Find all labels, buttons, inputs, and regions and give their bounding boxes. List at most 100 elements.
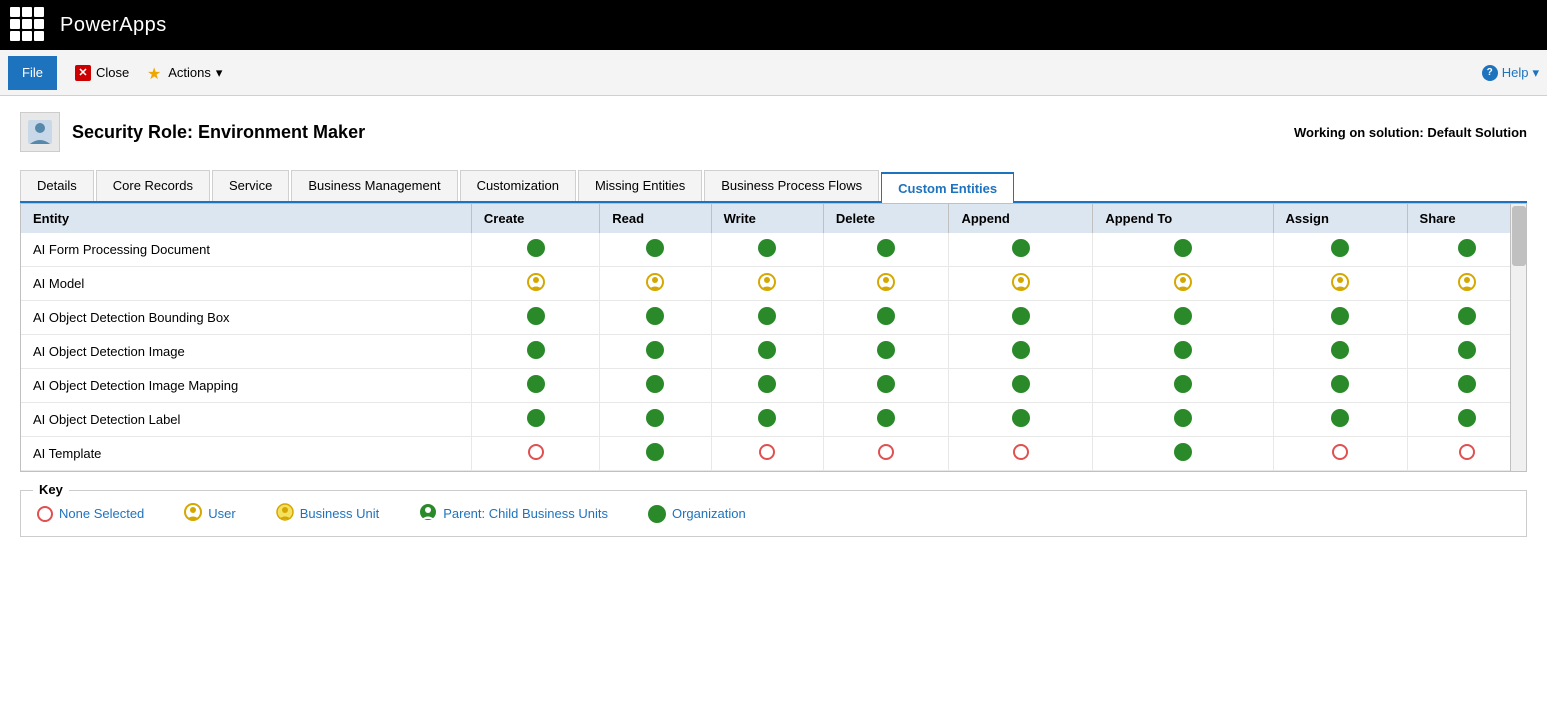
organization-icon — [648, 505, 666, 523]
cell-append[interactable] — [949, 369, 1093, 403]
tabs: Details Core Records Service Business Ma… — [20, 170, 1527, 203]
close-button[interactable]: ✕ Close — [67, 56, 137, 90]
cell-create[interactable] — [471, 335, 599, 369]
none-icon — [37, 506, 53, 522]
cell-entity: AI Form Processing Document — [21, 233, 471, 267]
cell-entity: AI Object Detection Bounding Box — [21, 301, 471, 335]
cell-share[interactable] — [1407, 267, 1526, 301]
cell-append[interactable] — [949, 403, 1093, 437]
cell-share[interactable] — [1407, 369, 1526, 403]
cell-entity: AI Object Detection Image Mapping — [21, 369, 471, 403]
cell-write[interactable] — [711, 233, 823, 267]
cell-write[interactable] — [711, 335, 823, 369]
col-write: Write — [711, 204, 823, 233]
key-parent: Parent: Child Business Units — [419, 503, 608, 524]
cell-share[interactable] — [1407, 301, 1526, 335]
cell-read[interactable] — [600, 369, 711, 403]
cell-append_to[interactable] — [1093, 335, 1273, 369]
table-row: AI Form Processing Document — [21, 233, 1526, 267]
actions-button[interactable]: ★ Actions ▾ — [137, 56, 230, 90]
actions-dropdown-icon: ▾ — [216, 65, 223, 81]
cell-read[interactable] — [600, 301, 711, 335]
help-icon: ? — [1482, 65, 1498, 81]
tab-service[interactable]: Service — [212, 170, 289, 201]
tab-business-process-flows[interactable]: Business Process Flows — [704, 170, 879, 201]
actions-star-icon: ★ — [145, 64, 163, 82]
cell-append_to[interactable] — [1093, 403, 1273, 437]
role-icon — [20, 112, 60, 152]
cell-append[interactable] — [949, 267, 1093, 301]
actions-label: Actions — [168, 65, 211, 80]
cell-assign[interactable] — [1273, 437, 1407, 471]
tab-custom-entities[interactable]: Custom Entities — [881, 172, 1014, 203]
cell-append[interactable] — [949, 335, 1093, 369]
none-label: None Selected — [59, 506, 144, 521]
cell-append_to[interactable] — [1093, 369, 1273, 403]
cell-delete[interactable] — [823, 267, 949, 301]
cell-write[interactable] — [711, 301, 823, 335]
cell-read[interactable] — [600, 335, 711, 369]
table-row: AI Object Detection Image Mapping — [21, 369, 1526, 403]
cell-write[interactable] — [711, 267, 823, 301]
key-none: None Selected — [37, 506, 144, 522]
cell-assign[interactable] — [1273, 335, 1407, 369]
cell-assign[interactable] — [1273, 403, 1407, 437]
table-row: AI Object Detection Label — [21, 403, 1526, 437]
cell-read[interactable] — [600, 233, 711, 267]
parent-icon — [419, 503, 437, 524]
cell-create[interactable] — [471, 437, 599, 471]
tab-customization[interactable]: Customization — [460, 170, 576, 201]
tab-core-records[interactable]: Core Records — [96, 170, 210, 201]
cell-delete[interactable] — [823, 403, 949, 437]
cell-delete[interactable] — [823, 335, 949, 369]
tab-missing-entities[interactable]: Missing Entities — [578, 170, 702, 201]
key-user: User — [184, 503, 235, 524]
business-unit-icon — [276, 503, 294, 524]
waffle-icon[interactable] — [10, 7, 46, 43]
cell-assign[interactable] — [1273, 267, 1407, 301]
user-label: User — [208, 506, 235, 521]
cell-append[interactable] — [949, 233, 1093, 267]
col-share: Share — [1407, 204, 1526, 233]
cell-share[interactable] — [1407, 437, 1526, 471]
cell-delete[interactable] — [823, 369, 949, 403]
content-area: Security Role: Environment Maker Working… — [0, 96, 1547, 553]
cell-read[interactable] — [600, 267, 711, 301]
cell-append[interactable] — [949, 301, 1093, 335]
cell-append_to[interactable] — [1093, 437, 1273, 471]
cell-create[interactable] — [471, 403, 599, 437]
cell-append_to[interactable] — [1093, 301, 1273, 335]
cell-append_to[interactable] — [1093, 233, 1273, 267]
tab-business-management[interactable]: Business Management — [291, 170, 457, 201]
cell-read[interactable] — [600, 437, 711, 471]
cell-share[interactable] — [1407, 403, 1526, 437]
scrollbar[interactable] — [1510, 204, 1526, 471]
cell-share[interactable] — [1407, 233, 1526, 267]
cell-delete[interactable] — [823, 301, 949, 335]
cell-write[interactable] — [711, 403, 823, 437]
cell-assign[interactable] — [1273, 233, 1407, 267]
cell-append[interactable] — [949, 437, 1093, 471]
cell-create[interactable] — [471, 233, 599, 267]
cell-assign[interactable] — [1273, 369, 1407, 403]
app-title: PowerApps — [60, 14, 167, 37]
cell-write[interactable] — [711, 437, 823, 471]
toolbar: File ✕ Close ★ Actions ▾ ? Help ▾ — [0, 50, 1547, 96]
cell-write[interactable] — [711, 369, 823, 403]
col-assign: Assign — [1273, 204, 1407, 233]
cell-assign[interactable] — [1273, 301, 1407, 335]
cell-read[interactable] — [600, 403, 711, 437]
cell-entity: AI Model — [21, 267, 471, 301]
cell-append_to[interactable] — [1093, 267, 1273, 301]
page-title-area: Security Role: Environment Maker — [20, 112, 365, 152]
cell-delete[interactable] — [823, 233, 949, 267]
file-button[interactable]: File — [8, 56, 57, 90]
cell-delete[interactable] — [823, 437, 949, 471]
cell-create[interactable] — [471, 267, 599, 301]
cell-create[interactable] — [471, 301, 599, 335]
cell-share[interactable] — [1407, 335, 1526, 369]
table-row: AI Object Detection Bounding Box — [21, 301, 1526, 335]
help-button[interactable]: ? Help ▾ — [1482, 65, 1539, 81]
tab-details[interactable]: Details — [20, 170, 94, 201]
cell-create[interactable] — [471, 369, 599, 403]
